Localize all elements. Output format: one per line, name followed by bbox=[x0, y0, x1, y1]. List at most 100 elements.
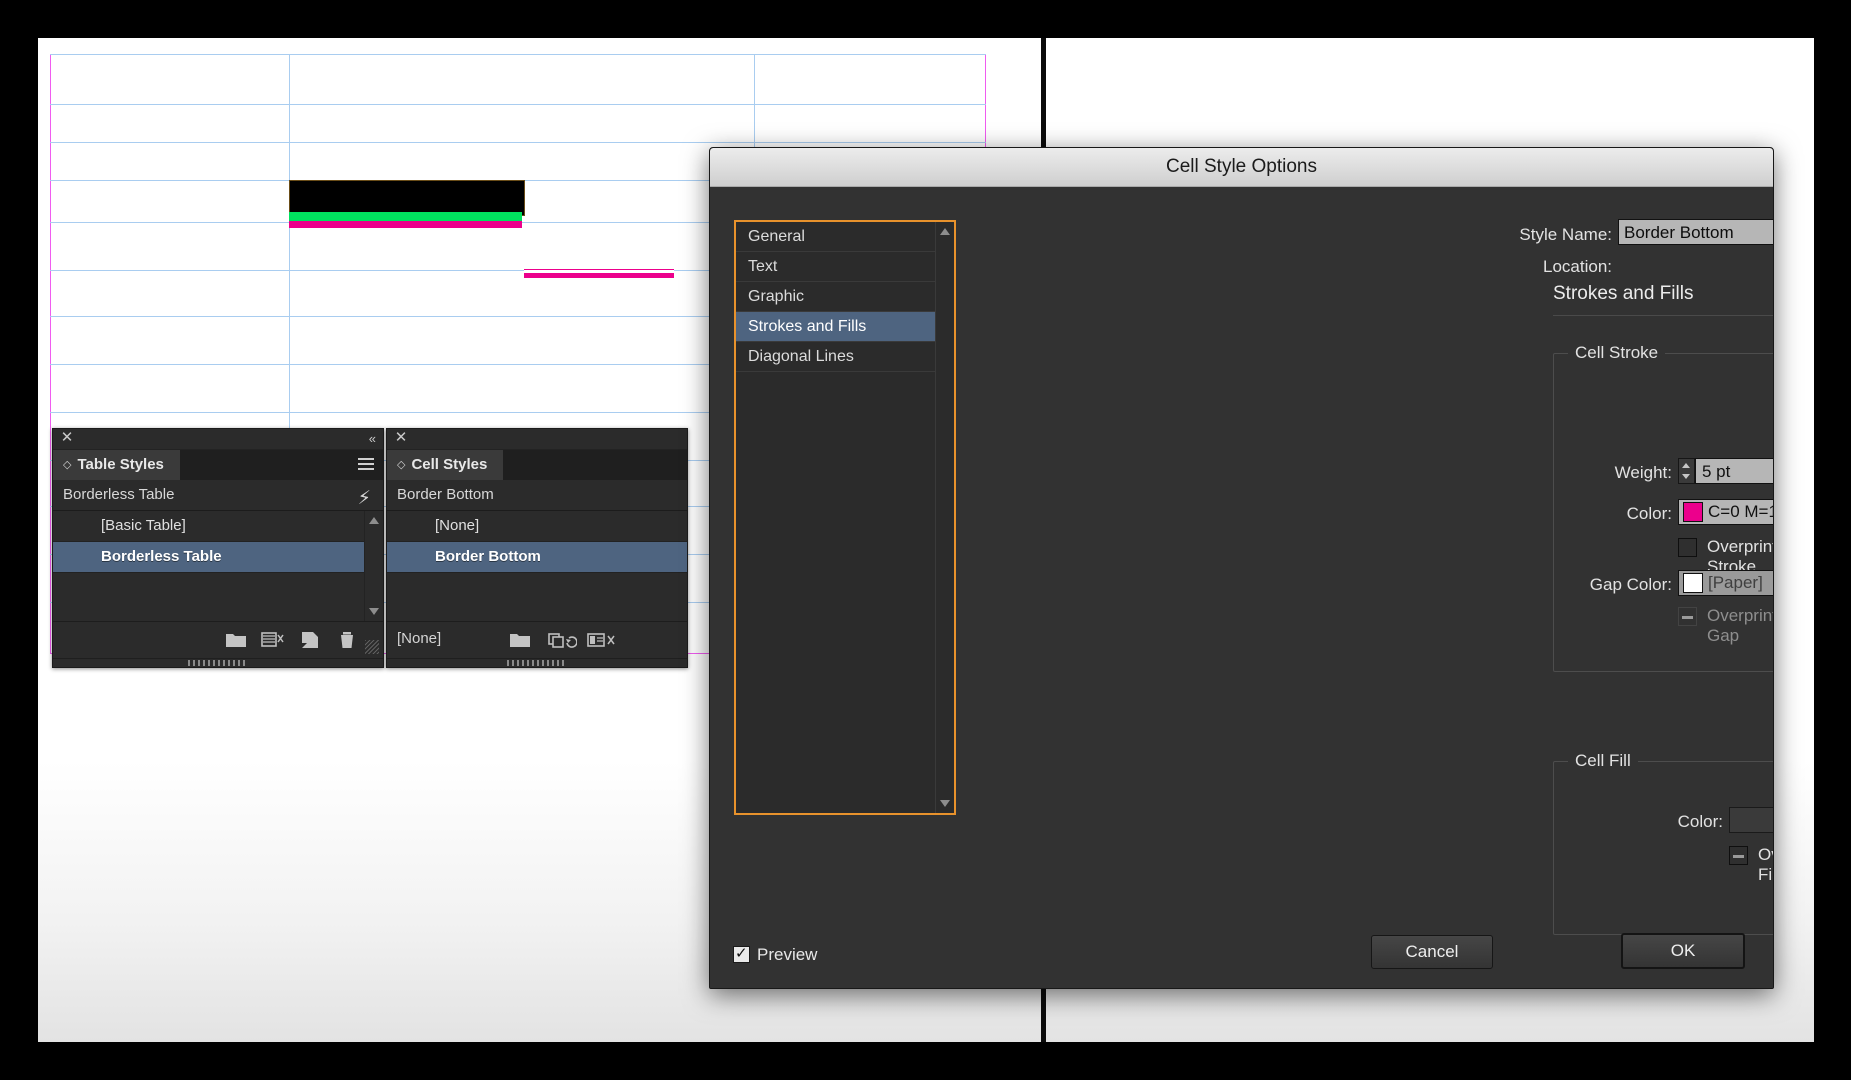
new-style-group-icon[interactable] bbox=[225, 630, 247, 650]
clear-overrides-bolt-icon[interactable]: ⚡ bbox=[358, 484, 371, 514]
table-row-line bbox=[50, 54, 986, 55]
style-name: Border Bottom bbox=[435, 548, 541, 565]
panel-scrollbar[interactable] bbox=[364, 511, 383, 621]
clear-attributes-icon[interactable] bbox=[547, 630, 578, 650]
dialog-nav-scrollbar[interactable] bbox=[935, 222, 954, 813]
gap-color-value: [Paper] bbox=[1708, 573, 1763, 592]
section-divider bbox=[1553, 315, 1773, 316]
preview-label: Preview bbox=[757, 945, 818, 964]
cell-styles-current-style: Border Bottom bbox=[387, 480, 687, 511]
style-name: Borderless Table bbox=[101, 548, 222, 565]
style-name: [Basic Table] bbox=[101, 517, 186, 534]
panel-tab-strip: ◇ Cell Styles bbox=[387, 450, 687, 480]
fill-color-dropdown[interactable] bbox=[1729, 807, 1773, 833]
overprint-fill-checkbox[interactable] bbox=[1729, 846, 1748, 865]
nav-label: Text bbox=[748, 258, 778, 275]
dialog-titlebar[interactable]: Cell Style Options bbox=[710, 148, 1773, 187]
stepper-up-icon[interactable] bbox=[1682, 463, 1690, 468]
cell-styles-panel[interactable]: ✕ ◇ Cell Styles Border Bottom [None] Bord… bbox=[386, 428, 688, 668]
stepper-down-icon[interactable] bbox=[1682, 474, 1690, 479]
nav-label: General bbox=[748, 228, 805, 245]
style-name-label: Style Name: bbox=[1519, 225, 1612, 244]
table-styles-current-style: Borderless Table ⚡ bbox=[53, 480, 383, 511]
preview-checkbox[interactable] bbox=[733, 944, 750, 963]
table-styles-list[interactable]: [Basic Table] Borderless Table bbox=[53, 511, 383, 621]
panel-drag-grip[interactable] bbox=[53, 658, 383, 667]
overprint-stroke-checkbox[interactable] bbox=[1678, 538, 1697, 557]
cell-style-options-dialog[interactable]: Cell Style Options General Text Graphic … bbox=[709, 147, 1774, 989]
panel-menu-icon[interactable] bbox=[358, 458, 374, 471]
stroke-color-dropdown[interactable]: C=0 M=100 Y=0 K... bbox=[1678, 499, 1773, 525]
new-style-icon[interactable] bbox=[299, 630, 321, 650]
nav-item-text[interactable]: Text bbox=[736, 252, 936, 282]
overprint-gap-checkbox[interactable] bbox=[1678, 607, 1697, 626]
stroke-color-value: C=0 M=100 Y=0 K... bbox=[1708, 502, 1773, 521]
cancel-button[interactable]: Cancel bbox=[1371, 935, 1493, 969]
weight-label: Weight: bbox=[1614, 463, 1672, 482]
table-row-line bbox=[50, 142, 986, 143]
ok-button[interactable]: OK bbox=[1621, 933, 1745, 969]
nav-label: Diagonal Lines bbox=[748, 348, 854, 365]
panel-topbar: ✕ « bbox=[53, 429, 383, 450]
tab-table-styles-label: Table Styles bbox=[77, 456, 164, 473]
list-item[interactable]: Borderless Table bbox=[53, 542, 383, 573]
cell-fill-legend: Cell Fill bbox=[1568, 751, 1638, 771]
delete-style-icon[interactable] bbox=[337, 630, 359, 650]
overprint-fill-label: Overprint Fill bbox=[1758, 845, 1773, 884]
selected-table-cell[interactable] bbox=[289, 180, 525, 216]
tab-table-styles[interactable]: ◇ Table Styles bbox=[53, 450, 180, 480]
clear-overrides-icon[interactable] bbox=[261, 630, 284, 650]
nav-item-diagonal-lines[interactable]: Diagonal Lines bbox=[736, 342, 936, 372]
collapse-panel-icon[interactable]: « bbox=[369, 431, 376, 446]
scroll-up-icon[interactable] bbox=[369, 517, 379, 524]
scroll-down-icon[interactable] bbox=[369, 608, 379, 615]
list-item[interactable]: Border Bottom bbox=[387, 542, 687, 573]
gap-color-dropdown[interactable]: [Paper] bbox=[1678, 570, 1773, 596]
list-item[interactable]: [None] bbox=[387, 511, 687, 542]
weight-stepper[interactable] bbox=[1678, 458, 1695, 484]
fill-color-label: Color: bbox=[1677, 812, 1723, 831]
list-item[interactable]: [Basic Table] bbox=[53, 511, 383, 542]
overprint-gap-label: Overprint Gap bbox=[1707, 606, 1774, 645]
table-styles-footer bbox=[53, 621, 383, 658]
weight-input[interactable]: 5 pt bbox=[1695, 458, 1773, 484]
location-label: Location: bbox=[1543, 257, 1612, 276]
dialog-nav-panel[interactable]: General Text Graphic Strokes and Fills D… bbox=[734, 220, 956, 815]
panel-drag-grip[interactable] bbox=[387, 658, 687, 667]
stroke-color-label: Color: bbox=[1626, 504, 1672, 523]
cell-styles-list[interactable]: [None] Border Bottom bbox=[387, 511, 687, 621]
cell-stroke-legend: Cell Stroke bbox=[1568, 343, 1666, 363]
section-heading: Strokes and Fills bbox=[1553, 283, 1694, 304]
nav-item-strokes-and-fills[interactable]: Strokes and Fills bbox=[736, 312, 936, 342]
gap-color-label: Gap Color: bbox=[1589, 575, 1672, 594]
diamond-icon: ◇ bbox=[397, 459, 406, 471]
nav-item-graphic[interactable]: Graphic bbox=[736, 282, 936, 312]
current-style-label: Border Bottom bbox=[397, 486, 494, 503]
table-styles-panel[interactable]: ✕ « ◇ Table Styles Borderless Table ⚡ [Ba… bbox=[52, 428, 384, 668]
close-icon[interactable]: ✕ bbox=[60, 430, 74, 446]
dialog-nav-list[interactable]: General Text Graphic Strokes and Fills D… bbox=[736, 222, 936, 372]
cell-stroke-green bbox=[289, 212, 522, 221]
panel-resize-grip[interactable] bbox=[365, 640, 379, 654]
panel-tab-strip: ◇ Table Styles bbox=[53, 450, 383, 480]
footer-none-label: [None] bbox=[397, 630, 442, 647]
nav-item-general[interactable]: General bbox=[736, 222, 936, 252]
nav-label: Strokes and Fills bbox=[748, 318, 867, 335]
diamond-icon: ◇ bbox=[63, 459, 72, 471]
dialog-body: General Text Graphic Strokes and Fills D… bbox=[710, 187, 1774, 988]
clear-overrides-icon[interactable] bbox=[587, 630, 617, 650]
mixed-state-icon bbox=[1682, 616, 1693, 619]
new-style-group-icon[interactable] bbox=[509, 630, 531, 650]
gap-color-swatch-icon bbox=[1683, 573, 1703, 593]
style-name: [None] bbox=[435, 517, 480, 534]
close-icon[interactable]: ✕ bbox=[394, 430, 408, 446]
scroll-up-icon[interactable] bbox=[940, 228, 950, 235]
panel-topbar: ✕ bbox=[387, 429, 687, 450]
nav-label: Graphic bbox=[748, 288, 805, 305]
cell-styles-footer: [None] bbox=[387, 621, 687, 658]
application-root: ✕ « ◇ Table Styles Borderless Table ⚡ [Ba… bbox=[0, 0, 1851, 1080]
scroll-down-icon[interactable] bbox=[940, 800, 950, 807]
style-name-input[interactable]: Border Bottom bbox=[1618, 219, 1773, 245]
cell-stroke-magenta bbox=[289, 221, 522, 228]
tab-cell-styles[interactable]: ◇ Cell Styles bbox=[387, 450, 504, 480]
